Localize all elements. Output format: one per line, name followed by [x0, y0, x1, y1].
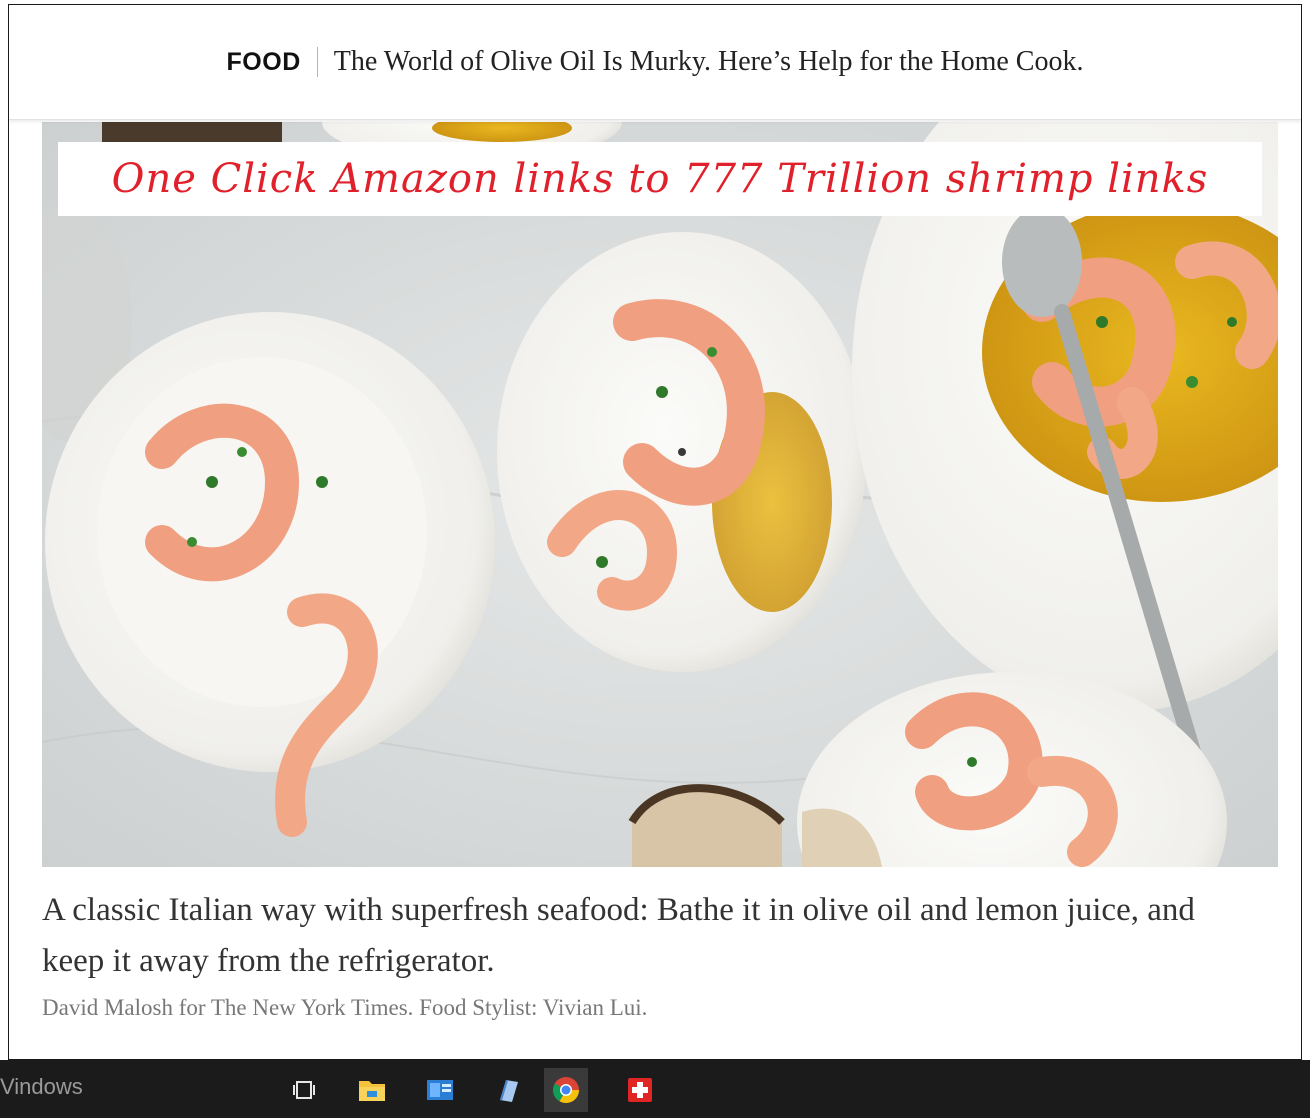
- notepad-icon[interactable]: [486, 1068, 530, 1112]
- chrome-icon[interactable]: [544, 1068, 588, 1112]
- article-headline[interactable]: The World of Olive Oil Is Murky. Here’s …: [334, 46, 1084, 78]
- browser-content-frame: FOOD The World of Olive Oil Is Murky. He…: [8, 4, 1302, 1060]
- photo-credit: David Malosh for The New York Times. Foo…: [42, 995, 648, 1020]
- section-label[interactable]: FOOD: [227, 48, 301, 77]
- promo-banner[interactable]: One Click Amazon links to 777 Trillion s…: [58, 142, 1262, 216]
- red-cross-app-icon[interactable]: [618, 1068, 662, 1112]
- hero-photo: One Click Amazon links to 777 Trillion s…: [42, 122, 1278, 867]
- article-header: FOOD The World of Olive Oil Is Murky. He…: [9, 5, 1301, 120]
- header-divider: [316, 47, 318, 77]
- file-explorer-icon[interactable]: [350, 1068, 394, 1112]
- shrimp-plates-image: [42, 122, 1278, 867]
- task-view-icon[interactable]: [282, 1068, 326, 1112]
- outlook-icon[interactable]: [418, 1068, 462, 1112]
- photo-caption: A classic Italian way with superfresh se…: [42, 892, 1195, 979]
- windows-taskbar: Vindows: [0, 1060, 1310, 1118]
- promo-banner-text: One Click Amazon links to 777 Trillion s…: [111, 156, 1209, 202]
- taskbar-label: Vindows: [0, 1074, 83, 1099]
